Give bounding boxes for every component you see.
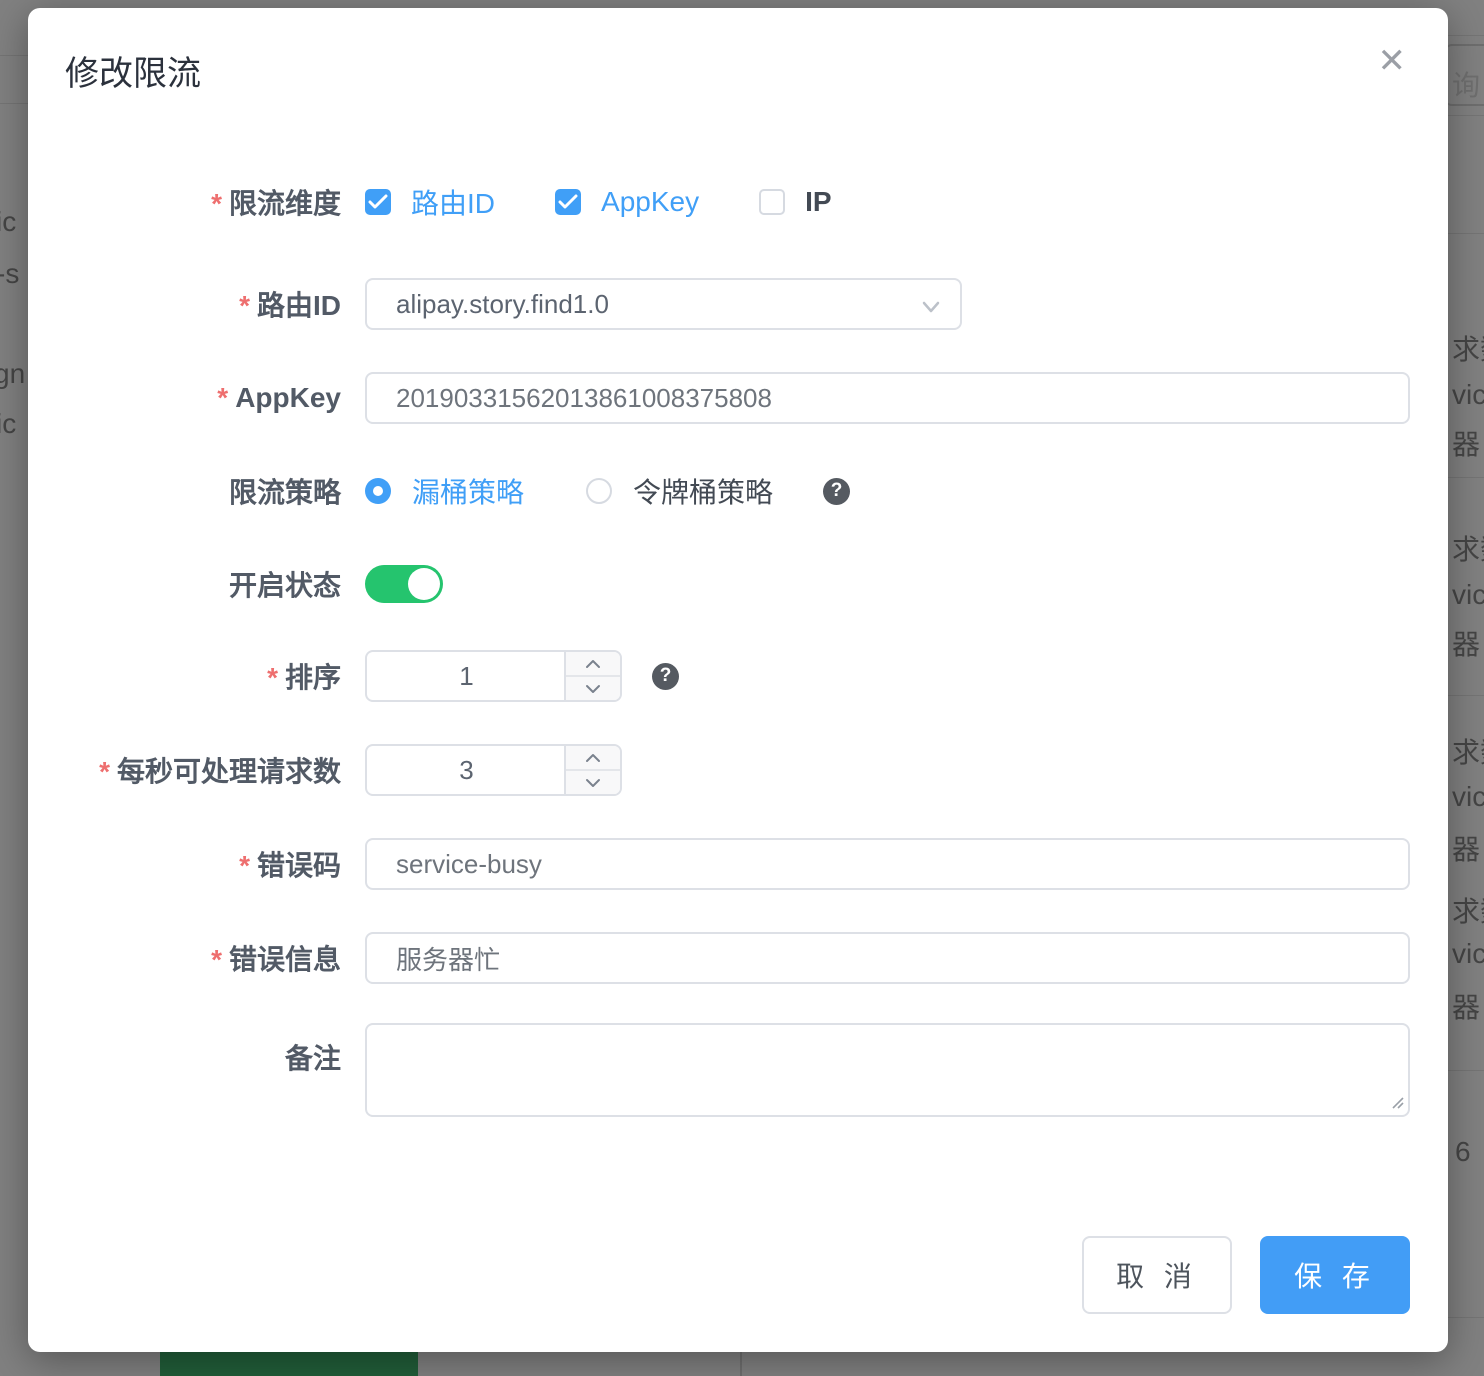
chevron-down-icon: [918, 294, 944, 327]
backdrop-text-fragment: vic: [1452, 579, 1484, 611]
checkbox-route-id[interactable]: 路由ID: [365, 182, 495, 222]
field-row-qps: *每秒可处理请求数 3: [28, 744, 1448, 796]
cancel-button[interactable]: 取 消: [1082, 1236, 1232, 1314]
sort-value: 1: [367, 652, 566, 700]
backdrop-text-fragment: 器: [1452, 828, 1480, 868]
qps-number-input[interactable]: 3: [365, 744, 622, 796]
field-label: *每秒可处理请求数: [28, 750, 341, 790]
field-row-enabled: 开启状态: [28, 565, 1448, 603]
backdrop-text-fragment: 6: [1455, 1136, 1471, 1168]
appkey-input[interactable]: [365, 372, 1410, 424]
backdrop-text-fragment: 器: [1452, 623, 1480, 663]
field-row-strategy: 限流策略 漏桶策略 令牌桶策略 ?: [28, 470, 1448, 512]
field-label: *错误码: [28, 844, 341, 884]
checkbox-checked: [555, 189, 581, 215]
backdrop-text-fragment: 求数: [1452, 528, 1484, 568]
enabled-toggle-on[interactable]: [365, 565, 443, 603]
field-label: *错误信息: [28, 938, 341, 978]
field-row-dimension: *限流维度 路由ID AppKey IP: [28, 181, 1448, 223]
stepper-down-button[interactable]: [566, 677, 620, 700]
error-code-input[interactable]: [365, 838, 1410, 890]
radio-token-bucket[interactable]: 令牌桶策略: [586, 471, 773, 511]
radio-label: 漏桶策略: [412, 471, 524, 511]
route-id-select[interactable]: alipay.story.find1.0: [365, 278, 962, 330]
stepper-down-button[interactable]: [566, 771, 620, 794]
number-stepper: [564, 652, 620, 700]
backdrop-table-line: [1448, 115, 1484, 116]
backdrop-text-fragment: 器: [1452, 986, 1480, 1026]
checkbox-ip[interactable]: IP: [759, 186, 831, 218]
checkbox-checked: [365, 189, 391, 215]
backdrop-text-fragment: vic: [1452, 781, 1484, 813]
backdrop-green-bar: [160, 1352, 418, 1376]
radio-label: 令牌桶策略: [633, 471, 773, 511]
required-asterisk: *: [267, 662, 278, 693]
backdrop-text-fragment: 器: [1452, 423, 1480, 463]
backdrop-table-line: [0, 103, 28, 104]
field-label: *限流维度: [28, 182, 341, 222]
backdrop-text-fragment: gn: [0, 358, 25, 390]
backdrop-table-line: [1448, 35, 1484, 36]
field-label: *路由ID: [28, 284, 341, 324]
backdrop-text-fragment: ic: [0, 408, 16, 440]
toggle-knob: [408, 568, 440, 600]
backdrop-text-fragment: 求数: [1452, 890, 1484, 930]
error-message-input[interactable]: [365, 932, 1410, 984]
checkbox-label: IP: [805, 186, 831, 218]
backdrop-table-line: [1448, 1317, 1484, 1318]
field-label: 限流策略: [28, 471, 341, 511]
checkbox-unchecked: [759, 189, 785, 215]
backdrop-text-fragment: 询: [1452, 64, 1480, 104]
required-asterisk: *: [217, 382, 228, 413]
checkbox-label: AppKey: [601, 186, 699, 218]
radio-selected: [365, 478, 391, 504]
stepper-up-button[interactable]: [566, 746, 620, 771]
backdrop-text-fragment: 求数: [1452, 328, 1484, 368]
field-label: 开启状态: [28, 564, 341, 604]
close-icon[interactable]: ✕: [1378, 44, 1407, 78]
checkbox-label: 路由ID: [411, 182, 495, 222]
stepper-up-button[interactable]: [566, 652, 620, 677]
dialog-title: 修改限流: [65, 46, 201, 95]
field-row-remark: 备注: [28, 1023, 1448, 1117]
remark-textarea[interactable]: [365, 1023, 1410, 1117]
required-asterisk: *: [211, 188, 222, 219]
backdrop-text-fragment: vic: [1452, 379, 1484, 411]
backdrop-table-line: [0, 55, 28, 56]
number-stepper: [564, 746, 620, 794]
field-row-route-id: *路由ID alipay.story.find1.0: [28, 278, 1448, 330]
help-icon[interactable]: ?: [823, 478, 850, 505]
backdrop-text-fragment: -s: [0, 258, 19, 290]
required-asterisk: *: [99, 756, 110, 787]
backdrop-text-fragment: 求数: [1452, 731, 1484, 771]
field-label: *AppKey: [28, 382, 341, 414]
help-icon[interactable]: ?: [652, 663, 679, 690]
backdrop-table-line: [1448, 477, 1484, 478]
field-row-error-message: *错误信息: [28, 932, 1448, 984]
radio-leaky-bucket[interactable]: 漏桶策略: [365, 471, 524, 511]
field-label: 备注: [28, 1023, 341, 1077]
required-asterisk: *: [239, 290, 250, 321]
qps-value: 3: [367, 746, 566, 794]
route-id-selected-value: alipay.story.find1.0: [396, 289, 609, 320]
save-button[interactable]: 保 存: [1260, 1236, 1410, 1314]
checkbox-appkey[interactable]: AppKey: [555, 186, 699, 218]
backdrop-table-line: [1448, 233, 1484, 234]
required-asterisk: *: [211, 944, 222, 975]
backdrop-table-line: [1448, 695, 1484, 696]
required-asterisk: *: [239, 850, 250, 881]
edit-rate-limit-dialog: 修改限流 ✕ *限流维度 路由ID AppKey IP *路: [28, 8, 1448, 1352]
radio-unselected: [586, 478, 612, 504]
backdrop-text-fragment: vic: [1452, 938, 1484, 970]
field-row-sort: *排序 1 ?: [28, 650, 1448, 702]
field-row-error-code: *错误码: [28, 838, 1448, 890]
field-row-appkey: *AppKey: [28, 372, 1448, 424]
backdrop-table-line: [740, 1352, 742, 1376]
sort-number-input[interactable]: 1: [365, 650, 622, 702]
field-label: *排序: [28, 656, 341, 696]
backdrop-table-line: [1448, 1070, 1484, 1071]
backdrop-text-fragment: ic: [0, 206, 16, 238]
